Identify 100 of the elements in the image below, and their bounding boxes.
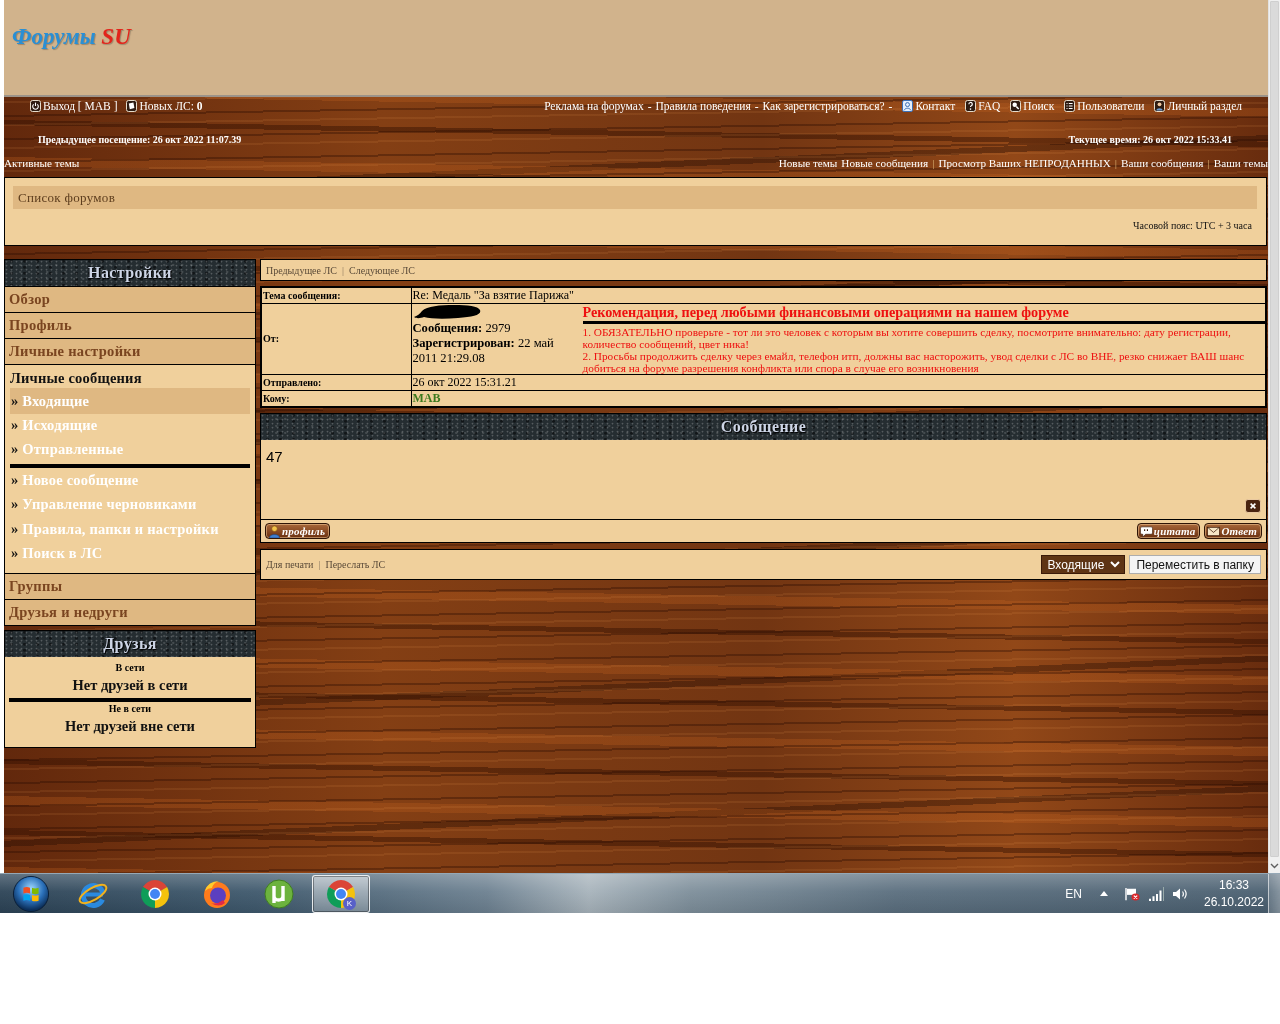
panel-header: Настройки xyxy=(5,260,255,286)
reply-button[interactable]: Ответ xyxy=(1204,523,1262,539)
pm-tool-link[interactable]: Переслать ЛС xyxy=(325,559,386,570)
field-label: Кому: xyxy=(261,390,411,407)
panel-header: Сообщение xyxy=(261,414,1266,440)
list-icon xyxy=(1064,100,1076,112)
nav-link[interactable]: Новые сообщения xyxy=(841,157,929,169)
nav-link[interactable]: Пользователи xyxy=(1064,100,1145,112)
previous-visit-text: Предыдущее посещение: 26 окт 2022 11:07.39 xyxy=(38,133,242,145)
nav-link[interactable]: Активные темы xyxy=(4,157,80,169)
separator-text: - xyxy=(647,100,652,112)
menu-item[interactable]: Друзья и недруги xyxy=(5,598,255,625)
menu-item[interactable]: Профиль xyxy=(5,312,255,338)
clock-date: 26.10.2022 xyxy=(1203,893,1265,911)
note-icon xyxy=(126,100,138,112)
tricolor-ring-icon xyxy=(325,877,357,910)
submenu-link[interactable]: » Исходящие xyxy=(10,412,250,437)
submenu-link[interactable]: » Управление черновиками xyxy=(10,492,250,517)
submenu-link[interactable]: » Поиск в ЛС xyxy=(10,541,250,566)
nav-link[interactable]: Как зарегистрироваться? xyxy=(762,100,885,112)
nav-link[interactable]: FAQ xyxy=(965,100,1001,112)
separator-text: | xyxy=(318,559,321,570)
nav-link[interactable]: Просмотр Ваших НЕПРОДАННЫХ xyxy=(938,157,1111,169)
breadcrumb-link[interactable]: Список форумов xyxy=(18,189,116,206)
status-heading: Не в сети xyxy=(107,701,153,716)
question-mark-icon xyxy=(965,100,977,112)
author-stat: Сообщения: 2979 xyxy=(412,321,512,336)
power-icon xyxy=(30,100,41,112)
nav-link[interactable]: Реклама на форумах xyxy=(544,100,644,112)
timezone-text: Часовой пояс: UTC + 3 часа xyxy=(1132,220,1253,231)
nav-link[interactable]: Новые темы xyxy=(778,157,838,169)
separator-text: | xyxy=(932,157,935,169)
folder-select[interactable]: Входящие xyxy=(1041,555,1126,574)
separator-text: - xyxy=(754,100,759,112)
clock-time: 16:33 xyxy=(1219,876,1249,894)
chevron-down-icon xyxy=(1110,561,1121,568)
notice-title: Рекомендация, перед любыми финансовыми операциями на нашем форуме xyxy=(582,304,1070,320)
clock[interactable]: 16:33 26.10.2022 xyxy=(1202,876,1266,911)
language-indicator[interactable]: EN xyxy=(1065,886,1082,901)
field-label: Тема сообщения: xyxy=(261,287,411,304)
separator-text: | xyxy=(341,264,344,276)
show-desktop-button[interactable] xyxy=(1268,873,1280,914)
nav-link[interactable]: Личный раздел xyxy=(1154,100,1242,112)
quote-button[interactable]: цитата xyxy=(1136,523,1201,539)
submenu-link[interactable]: » Отправленные xyxy=(10,437,250,462)
pm-nav-link[interactable]: Следующее ЛС xyxy=(348,264,416,276)
nav-link[interactable]: Правила поведения xyxy=(655,100,751,112)
scrollbar-thumb[interactable] xyxy=(1270,1,1279,857)
author-stat: Зарегистрирован: 22 май 2011 21:29.08 xyxy=(412,336,555,366)
status-heading: В сети xyxy=(114,660,146,675)
up-triangle-icon[interactable] xyxy=(1100,891,1108,896)
pm-tool-link[interactable]: Для печати xyxy=(266,559,314,570)
person-icon xyxy=(268,524,281,538)
u-circle-icon xyxy=(263,877,295,910)
menu-item[interactable]: Обзор xyxy=(5,286,255,312)
orb-icon xyxy=(12,874,50,913)
nav-link[interactable]: Контакт xyxy=(902,100,956,112)
panel-header: Друзья xyxy=(5,630,255,657)
separator-text: - xyxy=(888,100,893,112)
submenu-link[interactable]: » Входящие xyxy=(10,388,250,414)
close-icon xyxy=(1249,502,1257,510)
start-button[interactable] xyxy=(12,874,50,913)
chevron-down-icon[interactable] xyxy=(1270,863,1279,869)
current-time-text: Текущее время: 26 окт 2022 15:33.41 xyxy=(1068,133,1232,145)
recipient-link[interactable]: MAB xyxy=(412,391,441,405)
person-card-icon xyxy=(902,100,914,112)
tricolor-ring-icon xyxy=(139,877,171,910)
delete-button[interactable] xyxy=(1245,499,1261,513)
nav-link[interactable]: Ваши темы xyxy=(1213,157,1268,169)
submenu-link[interactable]: » Новое сообщение xyxy=(10,467,250,492)
redaction-scribble xyxy=(412,304,481,321)
notice-item: 1. ОБЯЗАТЕЛЬНО проверьте - тот ли это человек с которым вы хотите совершить сделку, посмотрите внимательно: дату регистрации, количество сообщений, цвет ника! xyxy=(582,326,1232,350)
profile-button[interactable]: профиль xyxy=(265,523,331,539)
field-label: Отправлено: xyxy=(261,374,411,391)
notice-item: 2. Просьбы продолжить сделку через емайл, телефон итп, должны вас насторожить, увод сделки с ЛС во ВНЕ, резко снижает ВАШ шанс добиться на форуме разрешения конфликта или спора в случае его возникновения xyxy=(582,350,1246,374)
search-icon xyxy=(1010,100,1022,112)
person-icon xyxy=(1154,100,1166,112)
speech-bubble-icon xyxy=(1139,524,1153,538)
message-text: 47 xyxy=(266,448,284,466)
move-button[interactable]: Переместить в папку xyxy=(1129,555,1261,574)
menu-item[interactable]: Личные настройки xyxy=(5,338,255,364)
nav-link[interactable]: Поиск xyxy=(1010,100,1055,112)
taskbar-button[interactable]: K xyxy=(312,874,370,913)
menu-section-title[interactable]: Личные сообщения xyxy=(10,368,250,388)
separator-text: | xyxy=(1114,157,1118,169)
empty-state-text: Нет друзей вне сети xyxy=(64,716,196,736)
flag-cross-icon[interactable] xyxy=(1124,886,1140,901)
signal-bars-icon[interactable] xyxy=(1148,886,1164,901)
menu-item[interactable]: Группы xyxy=(5,572,255,599)
separator-text: | xyxy=(1207,157,1210,169)
nav-link[interactable]: Новых ЛС: 0 xyxy=(126,100,203,112)
scrollbar[interactable] xyxy=(1268,0,1280,873)
pm-nav-link[interactable]: Предыдущее ЛС xyxy=(266,264,337,276)
speaker-icon[interactable] xyxy=(1172,886,1188,901)
envelope-icon xyxy=(1207,524,1221,538)
nav-link[interactable]: Ваши сообщения xyxy=(1121,157,1204,169)
field-label: От: xyxy=(261,303,411,375)
nav-link[interactable]: Выход [ MAB ] xyxy=(30,100,118,112)
submenu-link[interactable]: » Правила, папки и настройки xyxy=(10,516,250,541)
empty-state-text: Нет друзей в сети xyxy=(71,675,189,695)
